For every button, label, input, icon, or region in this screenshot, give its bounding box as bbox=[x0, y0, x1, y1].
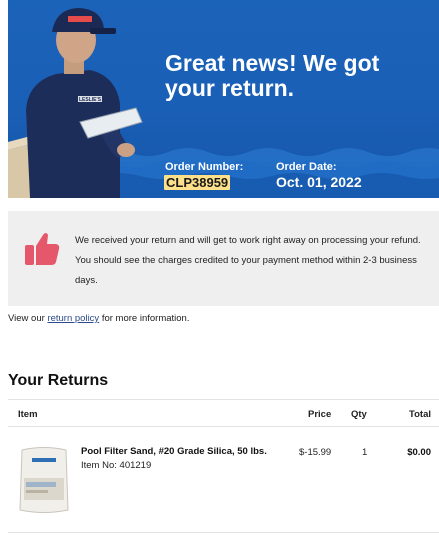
column-qty: Qty bbox=[351, 409, 367, 420]
refund-notice-text: We received your return and will get to … bbox=[75, 235, 421, 286]
delivery-person-illustration: LESLIE'S bbox=[8, 8, 143, 198]
column-price: Price bbox=[308, 409, 332, 420]
column-total: Total bbox=[409, 409, 431, 420]
policy-prefix: View our bbox=[8, 313, 48, 324]
item-total: $0.00 bbox=[407, 447, 431, 458]
product-name[interactable]: Pool Filter Sand, #20 Grade Silica, 50 l… bbox=[81, 446, 267, 457]
returns-heading: Your Returns bbox=[8, 372, 109, 389]
policy-line: View our return policy for more informat… bbox=[8, 313, 189, 324]
thumbs-up-icon bbox=[25, 233, 60, 265]
order-number-value: CLP38959 bbox=[164, 175, 231, 190]
brand-logo-shirt: LESLIE'S bbox=[79, 97, 102, 103]
column-item: Item bbox=[18, 409, 38, 420]
returns-table-header: Item Price Qty Total bbox=[8, 399, 439, 427]
return-policy-link[interactable]: return policy bbox=[47, 313, 99, 324]
refund-notice: We received your return and will get to … bbox=[8, 211, 439, 306]
hero-banner: LESLIE'S Great news! We got your return.… bbox=[8, 0, 439, 198]
policy-suffix: for more information. bbox=[99, 313, 190, 324]
hero-title: Great news! We got your return. bbox=[165, 50, 380, 101]
item-quantity: 1 bbox=[362, 447, 368, 458]
item-price: $-15.99 bbox=[299, 447, 332, 458]
sand-bag-image[interactable] bbox=[18, 444, 70, 516]
table-row: Pool Filter Sand, #20 Grade Silica, 50 l… bbox=[8, 427, 439, 533]
product-item-number: Item No: 401219 bbox=[81, 460, 152, 471]
order-date-value: Oct. 01, 2022 bbox=[276, 174, 362, 190]
order-number-label: Order Number: bbox=[165, 161, 244, 173]
order-date-label: Order Date: bbox=[276, 161, 337, 173]
